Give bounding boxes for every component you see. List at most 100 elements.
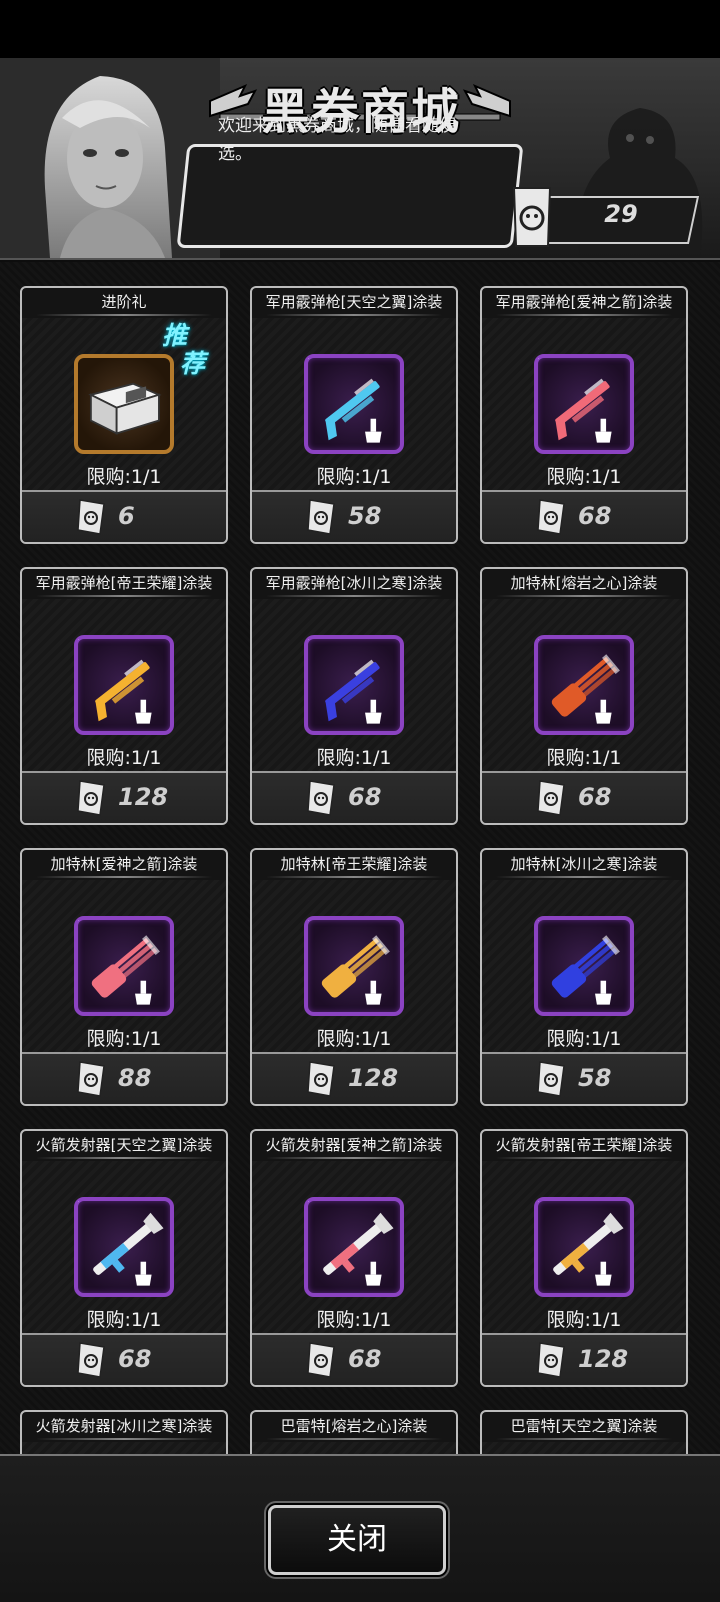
- shop-item-card[interactable]: 军用霰弹枪[帝王荣耀]涂装 限购:1/1 128: [20, 567, 228, 825]
- name-divider: [266, 1157, 442, 1159]
- item-price: 128: [118, 783, 169, 811]
- name-divider: [36, 1157, 212, 1159]
- item-body: [252, 1442, 456, 1454]
- item-price: 68: [118, 1345, 152, 1373]
- item-name: 军用霰弹枪[冰川之寒]涂装: [265, 574, 443, 592]
- black-ticket-icon: [536, 1341, 568, 1379]
- shop-item-card[interactable]: 火箭发射器[爱神之箭]涂装 限购:1/1 68: [250, 1129, 458, 1387]
- name-divider: [266, 1438, 442, 1440]
- item-icon-frame: [534, 635, 634, 735]
- item-body: [482, 1442, 686, 1454]
- shop-item-card[interactable]: 火箭发射器[帝王荣耀]涂装 限购:1/1 128: [480, 1129, 688, 1387]
- black-ticket-icon: [306, 1060, 338, 1098]
- name-divider: [266, 314, 442, 316]
- buy-price-button[interactable]: 58: [252, 490, 456, 542]
- black-ticket-icon: [536, 498, 568, 536]
- name-divider: [266, 595, 442, 597]
- buy-price-button[interactable]: 68: [252, 1333, 456, 1385]
- item-icon-frame: [304, 354, 404, 454]
- item-name: 巴雷特[熔岩之心]涂装: [280, 1417, 428, 1435]
- black-ticket-icon: [76, 498, 108, 536]
- item-name: 火箭发射器[天空之翼]涂装: [35, 1136, 213, 1154]
- item-name: 军用霰弹枪[天空之翼]涂装: [265, 293, 443, 311]
- purchase-limit: 限购:1/1: [316, 747, 392, 769]
- shop-grid[interactable]: 进阶礼 推荐限购:1/1 6 军用霰弹枪[天空之翼]涂装 限购:1/1 58 军用霰…: [0, 262, 720, 1454]
- shop-item-card[interactable]: 巴雷特[熔岩之心]涂装: [250, 1410, 458, 1454]
- recommend-tag-text: 荐: [180, 349, 206, 378]
- item-name: 进阶礼: [101, 293, 147, 311]
- shop-item-card[interactable]: 加特林[爱神之箭]涂装 限购:1/1 88: [20, 848, 228, 1106]
- shop-item-card[interactable]: 加特林[熔岩之心]涂装 限购:1/1 68: [480, 567, 688, 825]
- greeting-text: 欢迎来到黑券商城，随便看随便选。: [218, 116, 456, 164]
- item-price: 128: [578, 1345, 629, 1373]
- buy-price-button[interactable]: 128: [252, 1052, 456, 1104]
- item-name: 加特林[冰川之寒]涂装: [510, 855, 658, 873]
- buy-price-button[interactable]: 68: [252, 771, 456, 823]
- purchase-limit: 限购:1/1: [86, 747, 162, 769]
- black-ticket-icon: [512, 187, 552, 247]
- item-price: 58: [578, 1064, 612, 1092]
- buy-price-button[interactable]: 88: [22, 1052, 226, 1104]
- purchase-limit: 限购:1/1: [316, 1309, 392, 1331]
- item-icon-frame: [304, 635, 404, 735]
- item-icon-frame: [304, 1197, 404, 1297]
- status-bar: [0, 0, 720, 58]
- item-price: 88: [118, 1064, 152, 1092]
- name-divider: [36, 876, 212, 878]
- currency-amount: 29: [604, 200, 638, 228]
- name-divider: [496, 595, 672, 597]
- black-ticket-icon: [306, 498, 338, 536]
- item-name: 加特林[帝王荣耀]涂装: [280, 855, 428, 873]
- buy-price-button[interactable]: 68: [22, 1333, 226, 1385]
- name-divider: [36, 595, 212, 597]
- shop-item-card[interactable]: 军用霰弹枪[天空之翼]涂装 限购:1/1 58: [250, 286, 458, 544]
- purchase-limit: 限购:1/1: [86, 1028, 162, 1050]
- purchase-limit: 限购:1/1: [316, 1028, 392, 1050]
- black-ticket-icon: [536, 779, 568, 817]
- buy-price-button[interactable]: 68: [482, 490, 686, 542]
- item-name: 火箭发射器[帝王荣耀]涂装: [495, 1136, 673, 1154]
- item-icon-frame: [534, 1197, 634, 1297]
- item-name: 火箭发射器[爱神之箭]涂装: [265, 1136, 443, 1154]
- item-name: 加特林[熔岩之心]涂装: [510, 574, 658, 592]
- purchase-limit: 限购:1/1: [316, 466, 392, 488]
- name-divider: [496, 876, 672, 878]
- recommend-tag: 推荐: [162, 322, 205, 378]
- item-icon-frame: [74, 1197, 174, 1297]
- black-ticket-icon: [306, 779, 338, 817]
- close-button[interactable]: 关闭: [268, 1505, 446, 1575]
- black-ticket-icon: [76, 1341, 108, 1379]
- buy-price-button[interactable]: 6: [22, 490, 226, 542]
- shop-item-card[interactable]: 加特林[冰川之寒]涂装 限购:1/1 58: [480, 848, 688, 1106]
- buy-price-button[interactable]: 128: [22, 771, 226, 823]
- shop-item-card[interactable]: 进阶礼 推荐限购:1/1 6: [20, 286, 228, 544]
- shop-item-card[interactable]: 火箭发射器[冰川之寒]涂装: [20, 1410, 228, 1454]
- shop-item-card[interactable]: 军用霰弹枪[冰川之寒]涂装 限购:1/1 68: [250, 567, 458, 825]
- black-ticket-icon: [76, 1060, 108, 1098]
- item-name: 军用霰弹枪[爱神之箭]涂装: [495, 293, 673, 311]
- name-divider: [36, 1438, 212, 1440]
- item-icon-frame: [534, 916, 634, 1016]
- name-divider: [266, 876, 442, 878]
- shop-item-card[interactable]: 火箭发射器[天空之翼]涂装 限购:1/1 68: [20, 1129, 228, 1387]
- item-icon-frame: [304, 916, 404, 1016]
- item-name: 火箭发射器[冰川之寒]涂装: [35, 1417, 213, 1435]
- purchase-limit: 限购:1/1: [546, 1028, 622, 1050]
- purchase-limit: 限购:1/1: [86, 1309, 162, 1331]
- name-divider: [496, 314, 672, 316]
- buy-price-button[interactable]: 128: [482, 1333, 686, 1385]
- item-price: 68: [348, 783, 382, 811]
- item-name: 军用霰弹枪[帝王荣耀]涂装: [35, 574, 213, 592]
- purchase-limit: 限购:1/1: [546, 1309, 622, 1331]
- buy-price-button[interactable]: 58: [482, 1052, 686, 1104]
- item-icon-frame: [534, 354, 634, 454]
- purchase-limit: 限购:1/1: [546, 747, 622, 769]
- buy-price-button[interactable]: 68: [482, 771, 686, 823]
- shop-item-card[interactable]: 巴雷特[天空之翼]涂装: [480, 1410, 688, 1454]
- purchase-limit: 限购:1/1: [86, 466, 162, 488]
- shop-item-card[interactable]: 加特林[帝王荣耀]涂装 限购:1/1 128: [250, 848, 458, 1106]
- shop-item-card[interactable]: 军用霰弹枪[爱神之箭]涂装 限购:1/1 68: [480, 286, 688, 544]
- black-ticket-icon: [76, 779, 108, 817]
- item-price: 58: [348, 502, 382, 530]
- name-divider: [496, 1438, 672, 1440]
